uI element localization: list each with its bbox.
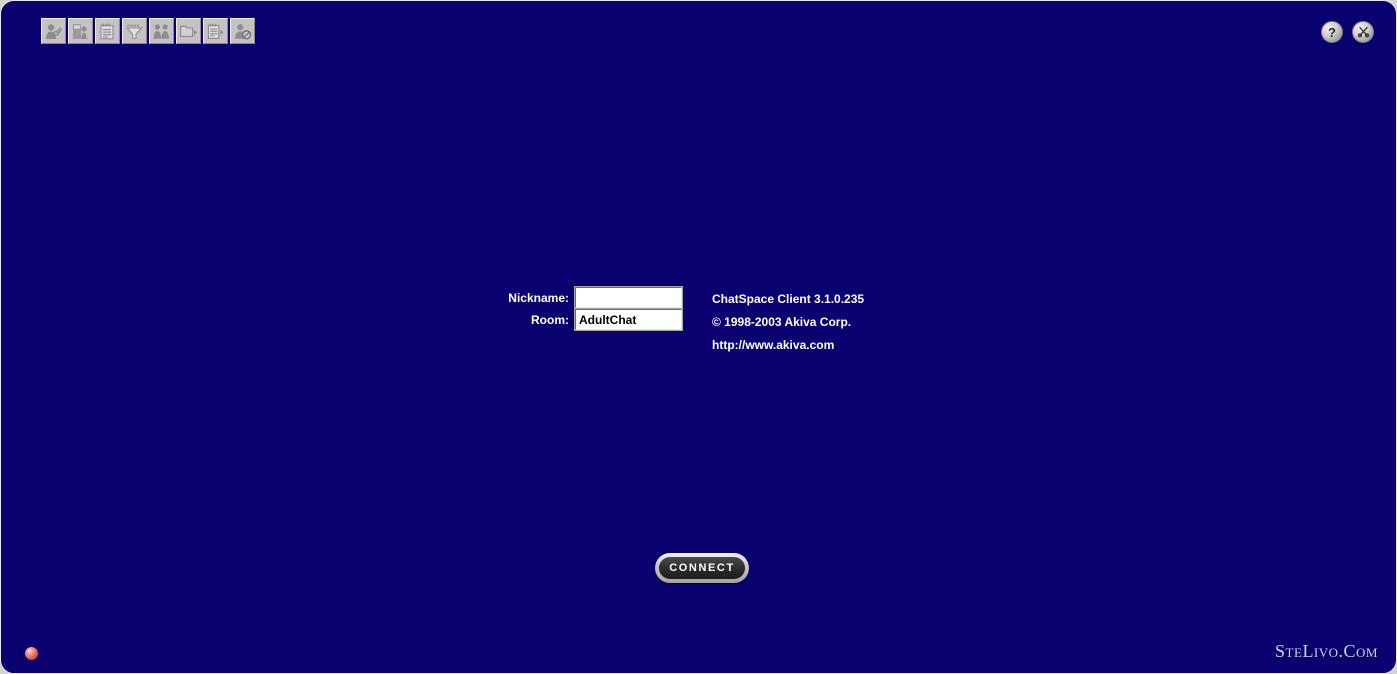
window-control-buttons: ? xyxy=(1321,21,1374,43)
watermark: SteLivo.Com xyxy=(1275,641,1378,661)
login-fields: Nickname: Room: xyxy=(501,286,683,331)
list-arrow-icon xyxy=(206,22,225,41)
login-form: Nickname: Room: ChatSpace Client 3.1.0.2… xyxy=(501,286,864,357)
question-mark-icon: ? xyxy=(1328,24,1336,40)
nickname-label: Nickname: xyxy=(508,290,569,305)
help-button[interactable]: ? xyxy=(1321,21,1343,43)
toolbar xyxy=(41,18,255,44)
website-url-text: http://www.akiva.com xyxy=(712,338,835,352)
connect-button-label: CONNECT xyxy=(659,557,745,579)
group-users-icon xyxy=(152,22,171,41)
directory-icon xyxy=(71,22,90,41)
toolbar-button-rooms[interactable] xyxy=(176,18,201,44)
room-row: Room: xyxy=(501,308,683,331)
status-indicator xyxy=(25,647,38,660)
room-input[interactable] xyxy=(574,308,683,331)
nickname-row: Nickname: xyxy=(501,286,683,309)
connect-button[interactable]: CONNECT xyxy=(655,553,749,583)
client-version-text: ChatSpace Client 3.1.0.235 xyxy=(712,292,865,306)
toolbar-button-users[interactable] xyxy=(149,18,174,44)
folder-arrow-icon xyxy=(179,22,198,41)
toolbar-button-notes[interactable] xyxy=(95,18,120,44)
toolbar-button-ignore-list[interactable] xyxy=(230,18,255,44)
tools-button[interactable] xyxy=(1352,21,1374,43)
notes-icon xyxy=(98,22,117,41)
ignore-user-icon xyxy=(233,22,252,41)
toolbar-button-filter[interactable] xyxy=(122,18,147,44)
toolbar-button-directory[interactable] xyxy=(68,18,93,44)
copyright-text: © 1998-2003 Akiva Corp. xyxy=(712,315,852,329)
toolbar-button-user-profile[interactable] xyxy=(41,18,66,44)
toolbar-button-message-list[interactable] xyxy=(203,18,228,44)
filter-icon xyxy=(125,22,144,41)
about-info: ChatSpace Client 3.1.0.235 © 1998-2003 A… xyxy=(712,287,864,357)
nickname-input[interactable] xyxy=(574,286,683,309)
room-label: Room: xyxy=(531,312,569,327)
user-profile-icon xyxy=(44,22,63,41)
application-window: ? Nickname: Room: AdultChat ChatSpace Cl… xyxy=(0,0,1397,674)
scissors-tools-icon xyxy=(1357,25,1370,40)
